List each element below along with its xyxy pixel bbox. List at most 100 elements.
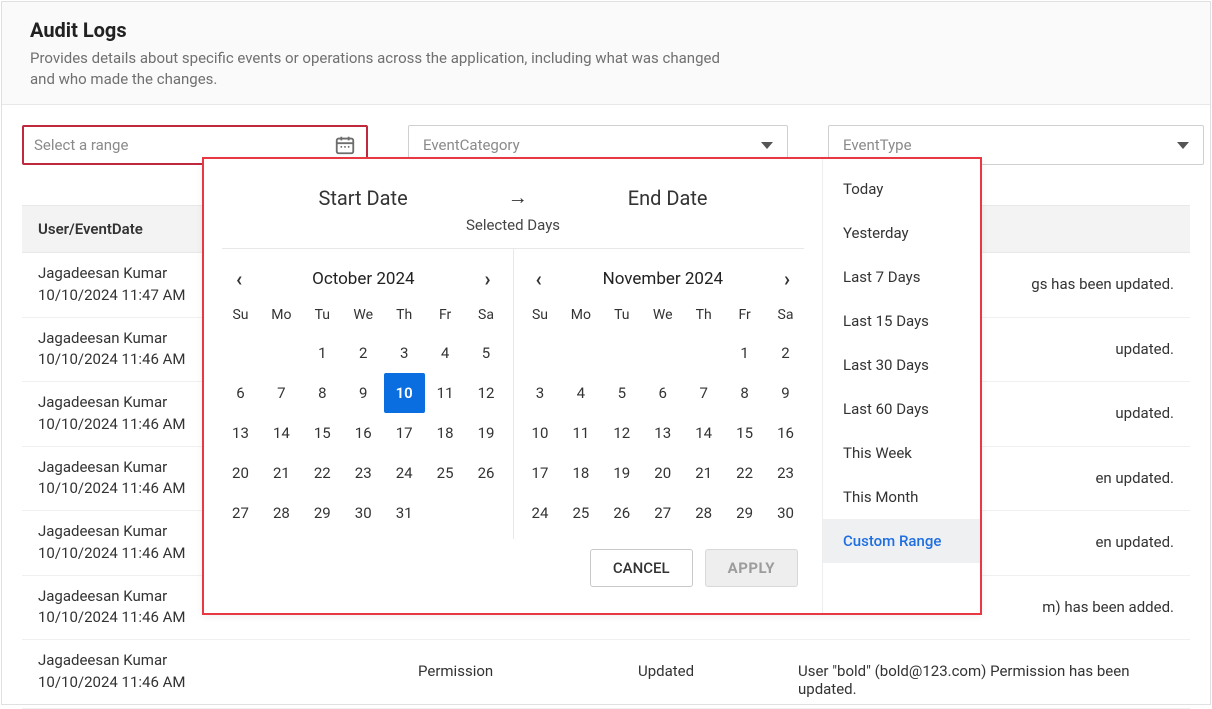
preset-option[interactable]: Custom Range [823,519,980,563]
calendar-day[interactable]: 11 [560,413,601,453]
calendar-day[interactable]: 27 [642,493,683,533]
calendar-day[interactable]: 18 [560,453,601,493]
calendar-day[interactable]: 22 [724,453,765,493]
weekday-label: Su [220,303,261,327]
calendar-day[interactable]: 2 [765,333,806,373]
preset-option[interactable]: Last 7 Days [823,255,980,299]
start-date-label: Start Date [318,186,407,210]
calendar-day[interactable]: 20 [642,453,683,493]
event-date: 10/10/2024 11:46 AM [38,672,378,694]
calendar-day[interactable]: 9 [343,373,384,413]
calendar-day[interactable]: 13 [642,413,683,453]
calendar-day[interactable]: 30 [343,493,384,533]
col-user-eventdate: User/EventDate [38,220,143,238]
calendar-day[interactable]: 1 [302,333,343,373]
end-date-label: End Date [628,186,708,210]
calendar-day[interactable]: 24 [520,493,561,533]
calendar-day[interactable]: 8 [302,373,343,413]
calendar-day[interactable]: 26 [601,493,642,533]
calendar-day[interactable]: 27 [220,493,261,533]
calendar-day[interactable]: 16 [765,413,806,453]
calendar-day[interactable]: 19 [466,413,507,453]
calendar-day[interactable]: 25 [560,493,601,533]
month-title: October 2024 [312,269,414,289]
calendar-day[interactable]: 5 [601,373,642,413]
calendar-day[interactable]: 4 [560,373,601,413]
calendar-icon[interactable] [334,134,356,156]
calendar-day[interactable]: 18 [425,413,466,453]
calendar-day[interactable]: 5 [466,333,507,373]
cell-summary: User "bold" (bold@123.com) Permission ha… [798,650,1174,698]
calendar-day[interactable]: 17 [384,413,425,453]
preset-option[interactable]: Today [823,167,980,211]
calendar-day[interactable]: 8 [724,373,765,413]
cell-summary: updated. [1115,328,1174,358]
chevron-down-icon [761,142,773,149]
calendar-day[interactable]: 7 [683,373,724,413]
prev-month-button[interactable]: ‹ [230,265,248,293]
calendar-day[interactable]: 30 [765,493,806,533]
preset-option[interactable]: This Month [823,475,980,519]
calendar-day[interactable]: 16 [343,413,384,453]
preset-option[interactable]: Yesterday [823,211,980,255]
calendar-day[interactable]: 25 [425,453,466,493]
next-month-button[interactable]: › [778,265,796,293]
preset-option[interactable]: This Week [823,431,980,475]
calendar-day[interactable]: 13 [220,413,261,453]
cell-summary: updated. [1115,392,1174,422]
calendar-day[interactable]: 12 [601,413,642,453]
calendar-day[interactable]: 20 [220,453,261,493]
next-month-button[interactable]: › [478,265,496,293]
calendar-day[interactable]: 11 [425,373,466,413]
preset-option[interactable]: Last 60 Days [823,387,980,431]
calendar-day[interactable]: 3 [520,373,561,413]
calendar-day[interactable]: 22 [302,453,343,493]
weekday-label: Fr [425,303,466,327]
weekday-label: Mo [261,303,302,327]
cell-type: Updated [638,650,758,680]
prev-month-button[interactable]: ‹ [530,265,548,293]
calendar-day[interactable]: 26 [466,453,507,493]
calendar-day[interactable]: 9 [765,373,806,413]
cancel-button[interactable]: CANCEL [590,549,693,587]
calendar-day[interactable]: 6 [220,373,261,413]
preset-option[interactable]: Last 30 Days [823,343,980,387]
weekday-row: SuMoTuWeThFrSa [520,303,807,333]
calendar-day[interactable]: 4 [425,333,466,373]
calendar-day[interactable]: 28 [261,493,302,533]
calendar-day[interactable]: 29 [302,493,343,533]
calendar-day[interactable]: 29 [724,493,765,533]
cell-summary: gs has been updated. [1031,263,1174,293]
month-title: November 2024 [603,269,724,289]
weekday-label: Tu [302,303,343,327]
calendar-day[interactable]: 1 [724,333,765,373]
calendar-day[interactable]: 31 [384,493,425,533]
page-header: Audit Logs Provides details about specif… [2,2,1210,105]
calendar-day[interactable]: 2 [343,333,384,373]
calendar-day[interactable]: 10 [520,413,561,453]
apply-button[interactable]: APPLY [705,549,798,587]
calendar-day[interactable]: 6 [642,373,683,413]
calendar-day[interactable]: 3 [384,333,425,373]
page-subtitle: Provides details about specific events o… [30,48,730,90]
weekday-label: Th [683,303,724,327]
calendar-day[interactable]: 23 [343,453,384,493]
calendar-day[interactable]: 28 [683,493,724,533]
calendar-day[interactable]: 10 [384,373,425,413]
calendar-day[interactable]: 17 [520,453,561,493]
calendar-day[interactable]: 21 [261,453,302,493]
calendar-day[interactable]: 24 [384,453,425,493]
calendar-day[interactable]: 19 [601,453,642,493]
weekday-label: Su [520,303,561,327]
weekday-label: Tu [601,303,642,327]
calendar-day[interactable]: 14 [261,413,302,453]
calendar-day[interactable]: 23 [765,453,806,493]
calendar-day[interactable]: 7 [261,373,302,413]
calendar-day[interactable]: 15 [724,413,765,453]
calendar-day[interactable]: 14 [683,413,724,453]
calendar-day[interactable]: 15 [302,413,343,453]
calendar-day[interactable]: 21 [683,453,724,493]
preset-option[interactable]: Last 15 Days [823,299,980,343]
calendar-day[interactable]: 12 [466,373,507,413]
days-grid: 1234567891011121314151617181920212223242… [220,333,507,533]
